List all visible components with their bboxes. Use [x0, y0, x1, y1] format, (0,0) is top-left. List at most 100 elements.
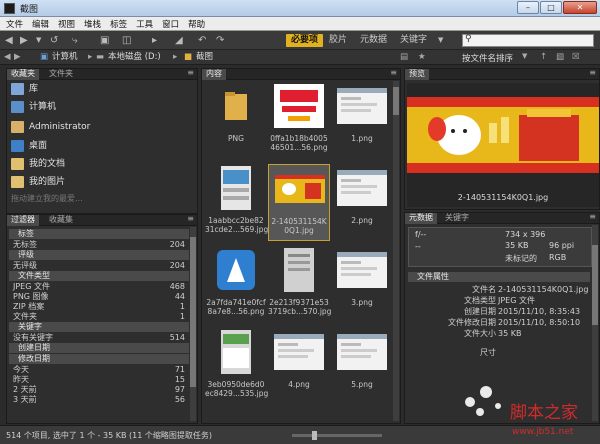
filter-row[interactable]: 昨天 15 [9, 375, 189, 385]
tab-preview[interactable]: 预览 [405, 69, 429, 80]
workspace-filmstrip[interactable]: 胶片 [329, 34, 347, 47]
favorite-pictures[interactable]: 我的图片 [11, 174, 65, 191]
thumbnail-item[interactable]: 1aabbcc2be82 31cde2...569.jpg [205, 164, 268, 241]
panel-menu-icon[interactable]: ≡ [390, 69, 397, 77]
menu-item[interactable]: 工具 [136, 18, 153, 30]
tab-content[interactable]: 内容 [202, 69, 226, 80]
view-options-icon[interactable]: ▤ [400, 52, 408, 62]
filter-section-header[interactable]: 关键字 [9, 322, 189, 332]
thumbnail-item[interactable]: 4.png [268, 328, 330, 405]
maximize-button[interactable]: □ [540, 1, 562, 14]
menu-item[interactable]: 视图 [58, 18, 75, 30]
menu-item[interactable]: 标签 [110, 18, 127, 30]
thumbnail-item[interactable]: PNG [205, 82, 267, 159]
filter-row[interactable]: JPEG 文件 468 [9, 282, 189, 292]
trash-icon[interactable]: ☒ [572, 52, 580, 62]
filter-section-header[interactable]: 文件类型 [9, 271, 189, 281]
thumbnail-item[interactable]: 2-140531154K 0Q1.jpg [268, 164, 330, 241]
thumbnail-item[interactable]: 2a7fda741e0fcf 8a7e8...56.png [205, 246, 267, 323]
history-icon[interactable]: ↺ [50, 34, 58, 47]
tab-keywords[interactable]: 关键字 [441, 213, 473, 224]
menu-item[interactable]: 文件 [6, 18, 23, 30]
thumbnail-item[interactable]: 3.png [331, 246, 393, 323]
close-button[interactable]: ✕ [563, 1, 597, 14]
camera-icon[interactable]: ▣ [100, 34, 109, 47]
filter-row[interactable]: PNG 图像 44 [9, 292, 189, 302]
dropdown-icon[interactable]: ▼ [36, 34, 41, 47]
panel-menu-icon[interactable]: ≡ [589, 69, 596, 77]
boomerang-icon[interactable]: ⤷ [72, 34, 78, 47]
menu-item[interactable]: 堆栈 [84, 18, 101, 30]
filter-row[interactable]: ZIP 档案 1 [9, 302, 189, 312]
tab-filter[interactable]: 过滤器 [7, 215, 39, 226]
menu-item[interactable]: 窗口 [162, 18, 179, 30]
refine-icon[interactable]: ◫ [122, 34, 131, 47]
rating-filter-icon[interactable]: ★ [418, 52, 426, 62]
breadcrumb-item[interactable]: 计算机 [52, 52, 78, 63]
minimize-button[interactable]: – [517, 1, 539, 14]
thumbnail-item[interactable]: 2e213f9371e53 3719cb...570.jpg [268, 246, 331, 323]
thumbnail-item[interactable]: 3eb0950de6d0 ec8429...535.jpg [205, 328, 268, 405]
forward-icon[interactable]: ▶ [20, 34, 28, 47]
filter-row[interactable]: 2 天前 97 [9, 385, 189, 395]
filter-count: 1 [179, 312, 185, 321]
output-icon[interactable]: ◢ [175, 34, 183, 47]
filter-row[interactable]: 文件夹 1 [9, 312, 189, 322]
search-input[interactable]: ⚲ [462, 34, 594, 47]
slider-knob[interactable] [312, 431, 317, 440]
sort-order-icon[interactable]: ↑ [540, 52, 547, 62]
metadata-value: 2015/11/10, 8:50:10 [498, 318, 581, 327]
favorite-desktop[interactable]: 桌面 [11, 138, 47, 155]
filter-section-header[interactable]: 标签 [9, 229, 189, 239]
back-icon[interactable]: ◀ [5, 34, 13, 47]
breadcrumb-item[interactable]: 截图 [196, 52, 213, 63]
sort-label[interactable]: 按文件名排序 [462, 52, 513, 64]
file-properties-header[interactable]: 文件属性 [408, 272, 590, 282]
favorite-computer[interactable]: 计算机 [11, 99, 56, 116]
filter-row[interactable]: 今天 71 [9, 365, 189, 375]
filter-row[interactable]: 没有关键字 514 [9, 333, 189, 343]
workspace-keywords[interactable]: 关键字 [400, 34, 427, 47]
tab-collections[interactable]: 收藏集 [45, 215, 77, 226]
workspace-essentials[interactable]: 必要项 [286, 34, 324, 47]
menu-item[interactable]: 编辑 [32, 18, 49, 30]
tab-favorites[interactable]: 收藏夹 [7, 69, 39, 80]
tab-metadata[interactable]: 元数据 [405, 213, 437, 224]
favorite-documents[interactable]: 我的文档 [11, 156, 65, 173]
thumbnail-item[interactable]: 5.png [331, 328, 393, 405]
panel-menu-icon[interactable]: ≡ [187, 215, 194, 223]
path-back-icon[interactable]: ◀ [4, 52, 11, 63]
new-folder-icon[interactable]: ▧ [556, 52, 564, 62]
filter-row[interactable]: 无标签 204 [9, 240, 189, 250]
filter-section-header[interactable]: 创建日期 [9, 343, 189, 353]
scrollbar-thumb[interactable] [190, 237, 196, 387]
thumbnail-size-slider[interactable] [292, 431, 382, 440]
filter-row[interactable]: 3 天前 56 [9, 395, 189, 405]
sort-dropdown-icon[interactable]: ▼ [522, 52, 527, 60]
open-recent-icon[interactable]: ▸ [152, 34, 157, 47]
panel-menu-icon[interactable]: ≡ [589, 213, 596, 221]
workspace-metadata[interactable]: 元数据 [360, 34, 387, 47]
thumbnail-item[interactable]: 0ffa1b18b4005 46501...56.png [268, 82, 330, 159]
rotate-left-icon[interactable]: ↶ [198, 34, 206, 47]
filter-scrollbar[interactable] [190, 227, 196, 421]
filter-section-header[interactable]: 修改日期 [9, 354, 189, 364]
scrollbar-thumb[interactable] [592, 245, 598, 325]
path-forward-icon[interactable]: ▶ [14, 52, 21, 63]
rotate-right-icon[interactable]: ↷ [216, 34, 224, 47]
breadcrumb-item[interactable]: 本地磁盘 (D:) [108, 52, 161, 63]
filter-row[interactable]: 无评级 204 [9, 261, 189, 271]
metadata-field: 文件修改日期 2015/11/10, 8:50:10 [408, 318, 590, 327]
favorite-administrator[interactable]: Administrator [11, 119, 90, 136]
thumbnail-item[interactable]: 1.png [331, 82, 393, 159]
filter-section-header[interactable]: 评级 [9, 250, 189, 260]
tab-folders[interactable]: 文件夹 [45, 69, 77, 80]
panel-menu-icon[interactable]: ≡ [187, 69, 194, 77]
favorite-library[interactable]: 库 [11, 81, 38, 98]
menu-item[interactable]: 帮助 [188, 18, 205, 30]
content-scrollbar[interactable] [393, 81, 399, 421]
thumbnail-item[interactable]: 2.png [331, 164, 393, 241]
preview-image [407, 97, 599, 173]
workspace-menu-icon[interactable]: ▼ [438, 34, 443, 47]
scrollbar-thumb[interactable] [393, 87, 399, 115]
